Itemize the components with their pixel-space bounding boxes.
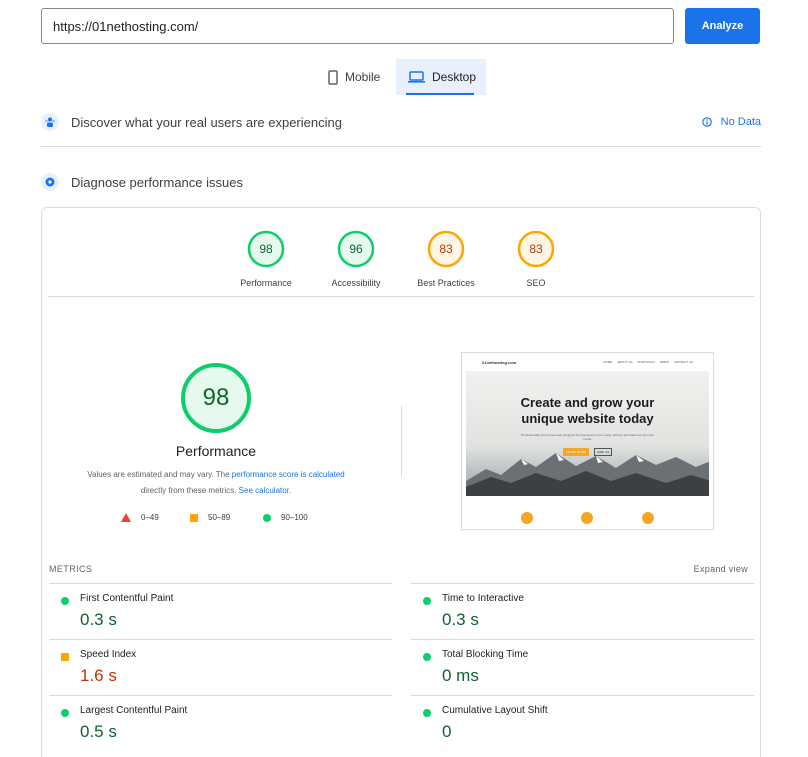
screenshot-nav: 01nethosting.com HOME ABOUT US PORTFOLIO…: [462, 353, 713, 371]
performance-score-value: 98: [202, 384, 230, 411]
good-circle-icon: [423, 653, 431, 661]
screenshot-nav-links: HOME ABOUT US PORTFOLIO NEWS CONTACT US: [603, 360, 693, 364]
metric-value: 0.5 s: [80, 722, 117, 741]
metric-name: First Contentful Paint: [80, 593, 174, 604]
good-circle-icon: [61, 597, 69, 605]
lab-data-section: Diagnose performance issues: [41, 173, 761, 191]
screenshot-nav-item: ABOUT US: [617, 360, 633, 364]
metric-largest-contentful-paint: Largest Contentful Paint 0.5 s: [49, 695, 392, 751]
gauge-ring: 96: [337, 230, 375, 268]
vertical-divider: [401, 405, 402, 477]
metric-cumulative-layout-shift: Cumulative Layout Shift 0: [411, 695, 754, 751]
good-circle-icon: [61, 709, 69, 717]
info-icon: [701, 117, 712, 127]
score-label: SEO: [526, 278, 546, 288]
phone-icon: [328, 69, 338, 85]
score-gauge-seo[interactable]: 83 SEO: [491, 230, 581, 288]
feature-icon: [521, 512, 534, 524]
field-data-title: Discover what your real users are experi…: [71, 114, 342, 130]
laptop-icon: [408, 71, 425, 83]
see-calculator-link[interactable]: See calculator.: [239, 486, 291, 495]
screenshot-nav-item: NEWS: [659, 360, 669, 364]
metric-first-contentful-paint: First Contentful Paint 0.3 s: [49, 583, 392, 639]
score-note: Values are estimated and may vary. The p…: [50, 467, 382, 499]
score-value: 96: [349, 242, 363, 256]
score-label: Best Practices: [417, 278, 475, 288]
tab-mobile-label: Mobile: [345, 70, 381, 84]
performance-big-gauge: 98: [179, 361, 253, 435]
metric-name: Largest Contentful Paint: [80, 705, 188, 716]
final-screenshot: 01nethosting.com HOME ABOUT US PORTFOLIO…: [461, 352, 714, 530]
analyze-button[interactable]: Analyze: [685, 8, 760, 44]
screenshot-feature-icons: [462, 512, 713, 524]
legend-range: 90–100: [281, 513, 308, 522]
metric-value: 0.3 s: [442, 610, 479, 629]
tab-desktop-label: Desktop: [432, 70, 477, 84]
triangle-icon: [121, 513, 131, 522]
good-circle-icon: [423, 709, 431, 717]
metric-value: 0.3 s: [80, 610, 117, 629]
no-data-link[interactable]: No Data: [701, 116, 761, 128]
field-data-section: Discover what your real users are experi…: [41, 113, 761, 131]
screenshot-nav-item: CONTACT US: [673, 360, 693, 364]
square-icon: [190, 513, 198, 522]
metrics-heading: METRICS: [49, 564, 93, 574]
score-value: 83: [529, 242, 543, 256]
screenshot-hero: Create and grow your unique website toda…: [466, 371, 709, 496]
screenshot-nav-item: HOME: [603, 360, 613, 364]
score-label: Performance: [240, 278, 292, 288]
screenshot-logo: 01nethosting.com: [482, 359, 517, 365]
metric-speed-index: Speed Index 1.6 s: [49, 639, 392, 695]
score-label: Accessibility: [331, 278, 381, 288]
score-gauge-best-practices[interactable]: 83 Best Practices: [401, 230, 491, 288]
feature-icon: [641, 512, 654, 524]
lab-data-title: Diagnose performance issues: [71, 174, 243, 190]
average-square-icon: [61, 653, 69, 661]
metric-name: Speed Index: [80, 649, 137, 660]
tab-desktop[interactable]: Desktop: [396, 59, 486, 95]
diagnose-icon: [41, 173, 59, 191]
performance-title: Performance: [175, 443, 257, 459]
legend-range: 0–49: [141, 513, 159, 522]
url-input[interactable]: [41, 8, 674, 44]
score-gauge-performance[interactable]: 98 Performance: [221, 230, 311, 288]
users-icon: [41, 113, 59, 131]
metric-value: 0 ms: [442, 666, 479, 685]
mountains-image: [466, 453, 709, 496]
metric-value: 0: [442, 722, 452, 741]
score-value: 98: [259, 242, 273, 256]
legend-range: 50–89: [208, 513, 231, 522]
gauge-ring: 98: [247, 230, 285, 268]
legend-good: 90–100: [263, 513, 308, 522]
expand-view-toggle[interactable]: Expand view: [694, 564, 748, 574]
tab-mobile[interactable]: Mobile: [318, 59, 396, 95]
note-text-2: directly from these metrics.: [140, 486, 239, 495]
score-gauge-accessibility[interactable]: 96 Accessibility: [311, 230, 401, 288]
gauge-ring: 83: [517, 230, 555, 268]
circle-icon: [263, 513, 271, 522]
performance-score-link[interactable]: performance score is calculated: [232, 470, 345, 479]
metric-name: Time to Interactive: [442, 593, 524, 604]
screenshot-headline-line-2: unique website today: [521, 411, 654, 426]
screenshot-body: Professionally and humorously designed f…: [521, 433, 654, 441]
gauge-ring: 83: [427, 230, 465, 268]
legend-average: 50–89: [190, 513, 230, 522]
score-value: 83: [439, 242, 453, 256]
good-circle-icon: [423, 597, 431, 605]
note-text-1: Values are estimated and may vary. The: [87, 470, 232, 479]
report-card: 98 Performance 96 Accessibility 83 Best …: [41, 207, 761, 757]
section-divider: [41, 146, 761, 147]
no-data-label: No Data: [720, 116, 761, 128]
feature-icon: [581, 512, 594, 524]
gauges-divider: [48, 296, 754, 297]
metric-name: Total Blocking Time: [442, 649, 529, 660]
metric-time-to-interactive: Time to Interactive 0.3 s: [411, 583, 754, 639]
metric-name: Cumulative Layout Shift: [442, 705, 548, 716]
metric-value: 1.6 s: [80, 666, 117, 685]
metric-total-blocking-time: Total Blocking Time 0 ms: [411, 639, 754, 695]
screenshot-nav-item: PORTFOLIO: [637, 360, 655, 364]
screenshot-headline: Create and grow your unique website toda…: [466, 395, 709, 427]
screenshot-headline-line-1: Create and grow your: [520, 395, 655, 410]
legend-poor: 0–49: [121, 513, 159, 522]
